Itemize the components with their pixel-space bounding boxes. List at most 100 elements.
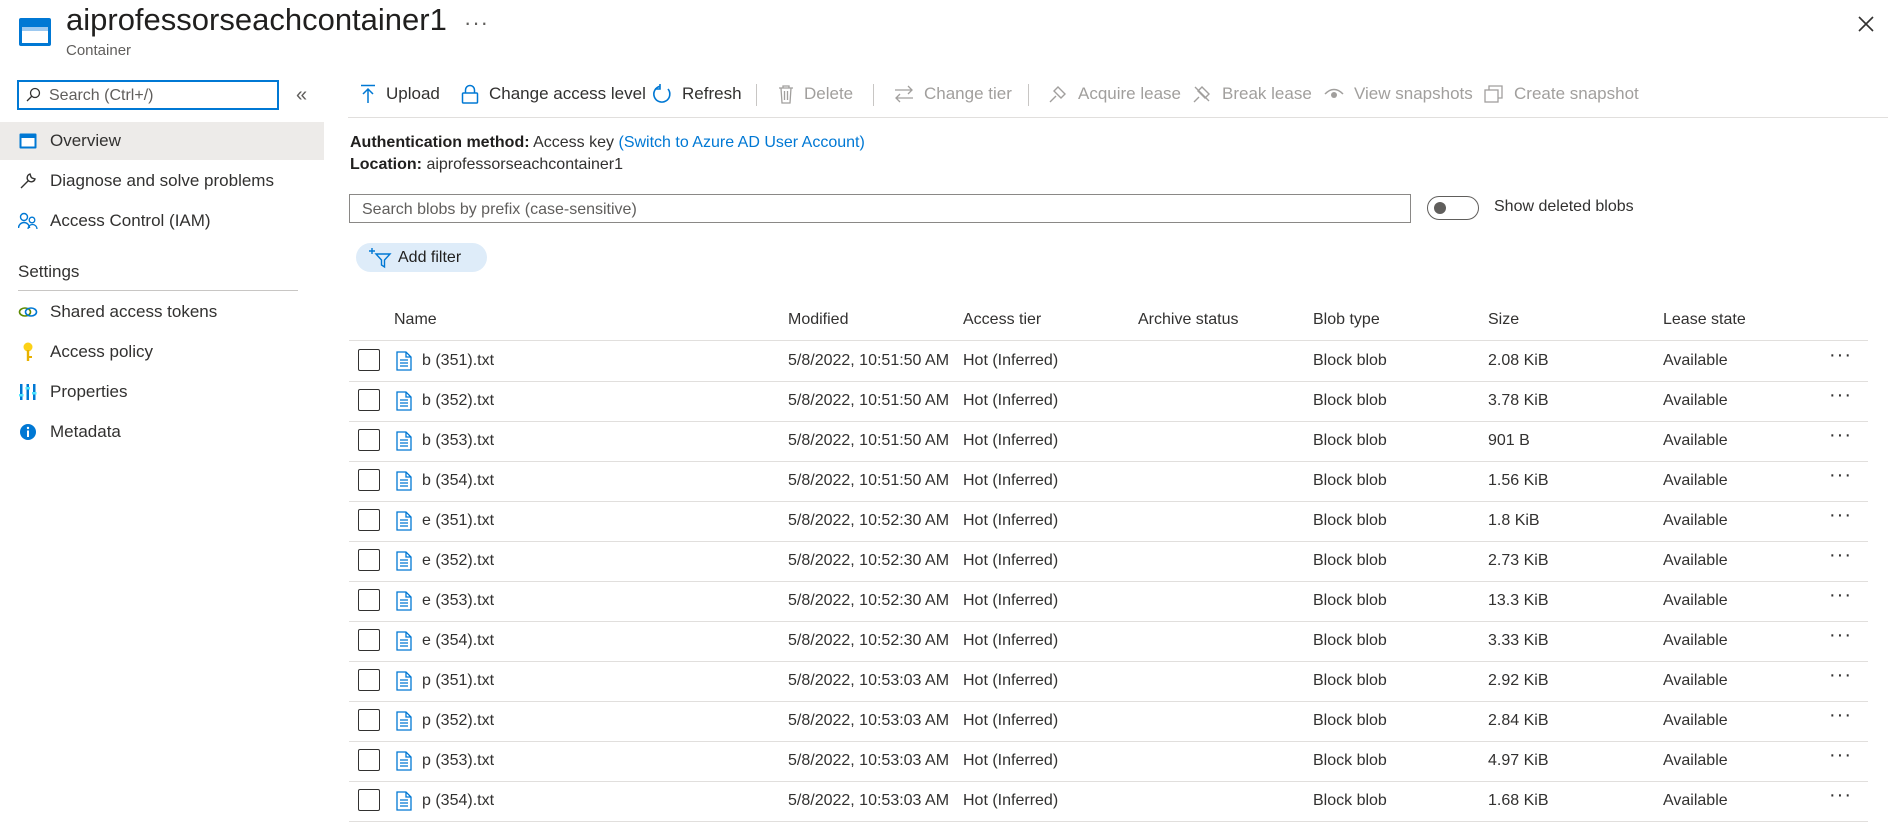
row-more-button[interactable]: ··· (1829, 625, 1852, 645)
table-row[interactable]: p (353).txt 5/8/2022, 10:53:03 AM Hot (Inf… (349, 741, 1868, 782)
row-checkbox[interactable] (358, 709, 380, 731)
table-row[interactable]: b (353).txt 5/8/2022, 10:51:50 AM Hot (Inf… (349, 421, 1868, 462)
row-more-button[interactable]: ··· (1829, 785, 1852, 805)
file-icon (396, 551, 412, 571)
row-more-button[interactable]: ··· (1829, 705, 1852, 725)
sidebar-item-overview[interactable]: Overview (0, 122, 324, 160)
cell-access-tier: Hot (Inferred) (963, 432, 1059, 449)
cell-lease-state: Available (1663, 472, 1728, 489)
blob-search-field[interactable] (349, 194, 1411, 223)
table-row[interactable]: b (354).txt 5/8/2022, 10:51:50 AM Hot (Inf… (349, 461, 1868, 502)
cell-size: 2.73 KiB (1488, 552, 1549, 569)
cell-size: 13.3 KiB (1488, 592, 1549, 609)
cell-lease-state: Available (1663, 792, 1728, 809)
column-header-archive-status[interactable]: Archive status (1138, 311, 1238, 329)
row-checkbox[interactable] (358, 389, 380, 411)
column-header-access-tier[interactable]: Access tier (963, 311, 1041, 329)
row-checkbox[interactable] (358, 789, 380, 811)
row-more-button[interactable]: ··· (1829, 505, 1852, 525)
sidebar-search[interactable] (17, 80, 279, 110)
sidebar-item-metadata[interactable]: Metadata (0, 413, 324, 451)
column-header-blob-type[interactable]: Blob type (1313, 311, 1380, 329)
sidebar-item-shared-access-tokens[interactable]: Shared access tokens (0, 293, 324, 331)
row-checkbox[interactable] (358, 509, 380, 531)
cell-name[interactable]: b (352).txt (422, 392, 494, 410)
sidebar-item-diagnose[interactable]: Diagnose and solve problems (0, 162, 324, 200)
cell-size: 1.8 KiB (1488, 512, 1540, 529)
file-icon (396, 431, 412, 451)
row-checkbox[interactable] (358, 669, 380, 691)
cell-name[interactable]: p (352).txt (422, 712, 494, 730)
cell-blob-type: Block blob (1313, 392, 1387, 409)
table-row[interactable]: p (354).txt 5/8/2022, 10:53:03 AM Hot (Inf… (349, 781, 1868, 822)
collapse-sidebar-button[interactable]: « (296, 84, 307, 107)
show-deleted-toggle[interactable] (1427, 196, 1479, 220)
cell-name[interactable]: p (354).txt (422, 792, 494, 810)
table-row[interactable]: e (351).txt 5/8/2022, 10:52:30 AM Hot (Inf… (349, 501, 1868, 542)
table-row[interactable]: b (352).txt 5/8/2022, 10:51:50 AM Hot (Inf… (349, 381, 1868, 422)
cell-name[interactable]: p (353).txt (422, 752, 494, 770)
upload-label: Upload (386, 84, 440, 103)
table-row[interactable]: e (353).txt 5/8/2022, 10:52:30 AM Hot (Inf… (349, 581, 1868, 622)
row-checkbox[interactable] (358, 469, 380, 491)
upload-button[interactable]: Upload (360, 84, 440, 104)
cell-name[interactable]: b (351).txt (422, 352, 494, 370)
acquire-lease-button[interactable]: Acquire lease (1048, 84, 1181, 104)
table-row[interactable]: b (351).txt 5/8/2022, 10:51:50 AM Hot (Inf… (349, 341, 1868, 382)
view-snapshots-button[interactable]: View snapshots (1324, 84, 1473, 104)
row-more-button[interactable]: ··· (1829, 345, 1852, 365)
table-row[interactable]: e (354).txt 5/8/2022, 10:52:30 AM Hot (Inf… (349, 621, 1868, 662)
row-more-button[interactable]: ··· (1829, 665, 1852, 685)
file-icon (396, 671, 412, 691)
file-icon (396, 751, 412, 771)
row-checkbox[interactable] (358, 589, 380, 611)
cell-name[interactable]: p (351).txt (422, 672, 494, 690)
cell-name[interactable]: e (353).txt (422, 592, 494, 610)
row-more-button[interactable]: ··· (1829, 745, 1852, 765)
change-tier-button[interactable]: Change tier (894, 84, 1012, 104)
cell-name[interactable]: b (354).txt (422, 472, 494, 490)
create-snapshot-button[interactable]: Create snapshot (1484, 84, 1639, 104)
cell-name[interactable]: e (351).txt (422, 512, 494, 530)
refresh-button[interactable]: Refresh (652, 84, 742, 104)
table-row[interactable]: p (351).txt 5/8/2022, 10:53:03 AM Hot (Inf… (349, 661, 1868, 702)
row-more-button[interactable]: ··· (1829, 465, 1852, 485)
file-icon (396, 631, 412, 651)
row-checkbox[interactable] (358, 749, 380, 771)
search-icon (26, 87, 41, 102)
cell-blob-type: Block blob (1313, 792, 1387, 809)
row-more-button[interactable]: ··· (1829, 385, 1852, 405)
column-header-name[interactable]: Name (394, 311, 437, 329)
sidebar-item-access-policy[interactable]: Access policy (0, 333, 324, 371)
cell-name[interactable]: b (353).txt (422, 432, 494, 450)
cell-name[interactable]: e (354).txt (422, 632, 494, 650)
table-row[interactable]: p (352).txt 5/8/2022, 10:53:03 AM Hot (Inf… (349, 701, 1868, 742)
blob-search-input[interactable] (360, 198, 1394, 221)
cell-name[interactable]: e (352).txt (422, 552, 494, 570)
row-checkbox[interactable] (358, 549, 380, 571)
switch-auth-link[interactable]: (Switch to Azure AD User Account) (618, 134, 864, 151)
change-access-level-button[interactable]: Change access level (461, 84, 646, 104)
cell-modified: 5/8/2022, 10:51:50 AM (788, 472, 950, 489)
row-more-button[interactable]: ··· (1829, 545, 1852, 565)
row-more-button[interactable]: ··· (1829, 425, 1852, 445)
row-checkbox[interactable] (358, 349, 380, 371)
add-filter-button[interactable]: Add filter (356, 243, 487, 272)
cell-lease-state: Available (1663, 512, 1728, 529)
delete-button[interactable]: Delete (778, 84, 853, 104)
cell-modified: 5/8/2022, 10:51:50 AM (788, 392, 950, 409)
row-checkbox[interactable] (358, 429, 380, 451)
sidebar-item-iam[interactable]: Access Control (IAM) (0, 202, 324, 240)
more-options-button[interactable]: ··· (464, 10, 489, 36)
close-icon[interactable] (1852, 10, 1880, 38)
column-header-size[interactable]: Size (1488, 311, 1519, 329)
break-lease-button[interactable]: Break lease (1192, 84, 1312, 104)
table-row[interactable]: e (352).txt 5/8/2022, 10:52:30 AM Hot (Inf… (349, 541, 1868, 582)
row-more-button[interactable]: ··· (1829, 585, 1852, 605)
sidebar-item-properties[interactable]: Properties (0, 373, 324, 411)
cell-size: 2.84 KiB (1488, 712, 1549, 729)
column-header-modified[interactable]: Modified (788, 311, 848, 329)
column-header-lease-state[interactable]: Lease state (1663, 311, 1746, 329)
row-checkbox[interactable] (358, 629, 380, 651)
sidebar-search-input[interactable] (47, 84, 277, 108)
